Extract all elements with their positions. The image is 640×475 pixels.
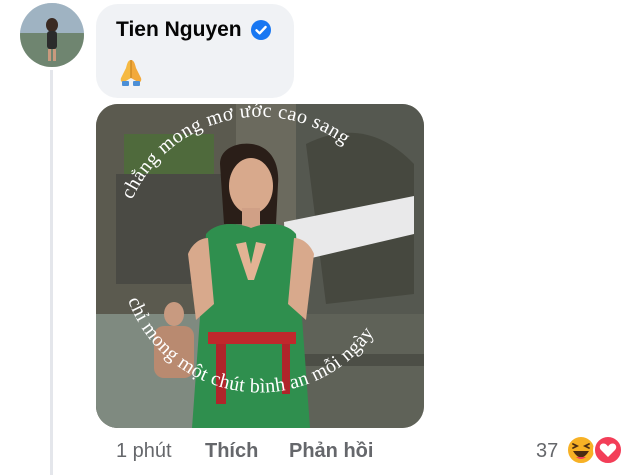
thread-line — [50, 70, 53, 475]
folded-hands-icon — [114, 54, 148, 88]
verified-badge-icon — [250, 19, 272, 41]
comment-time[interactable]: 1 phút — [116, 440, 172, 463]
reply-button[interactable]: Phản hồi — [289, 440, 373, 463]
avatar[interactable] — [20, 3, 84, 67]
like-button[interactable]: Thích — [205, 440, 258, 463]
comment-photo[interactable]: chẳng mong mơ ước cao sang chỉ mong một … — [96, 104, 424, 428]
comment-bubble: Tien Nguyen — [96, 4, 294, 98]
haha-icon — [566, 435, 596, 465]
reaction-count[interactable]: 37 — [536, 440, 558, 463]
author-name[interactable]: Tien Nguyen — [116, 18, 242, 42]
reaction-icons[interactable] — [566, 434, 626, 466]
love-icon — [593, 435, 623, 465]
